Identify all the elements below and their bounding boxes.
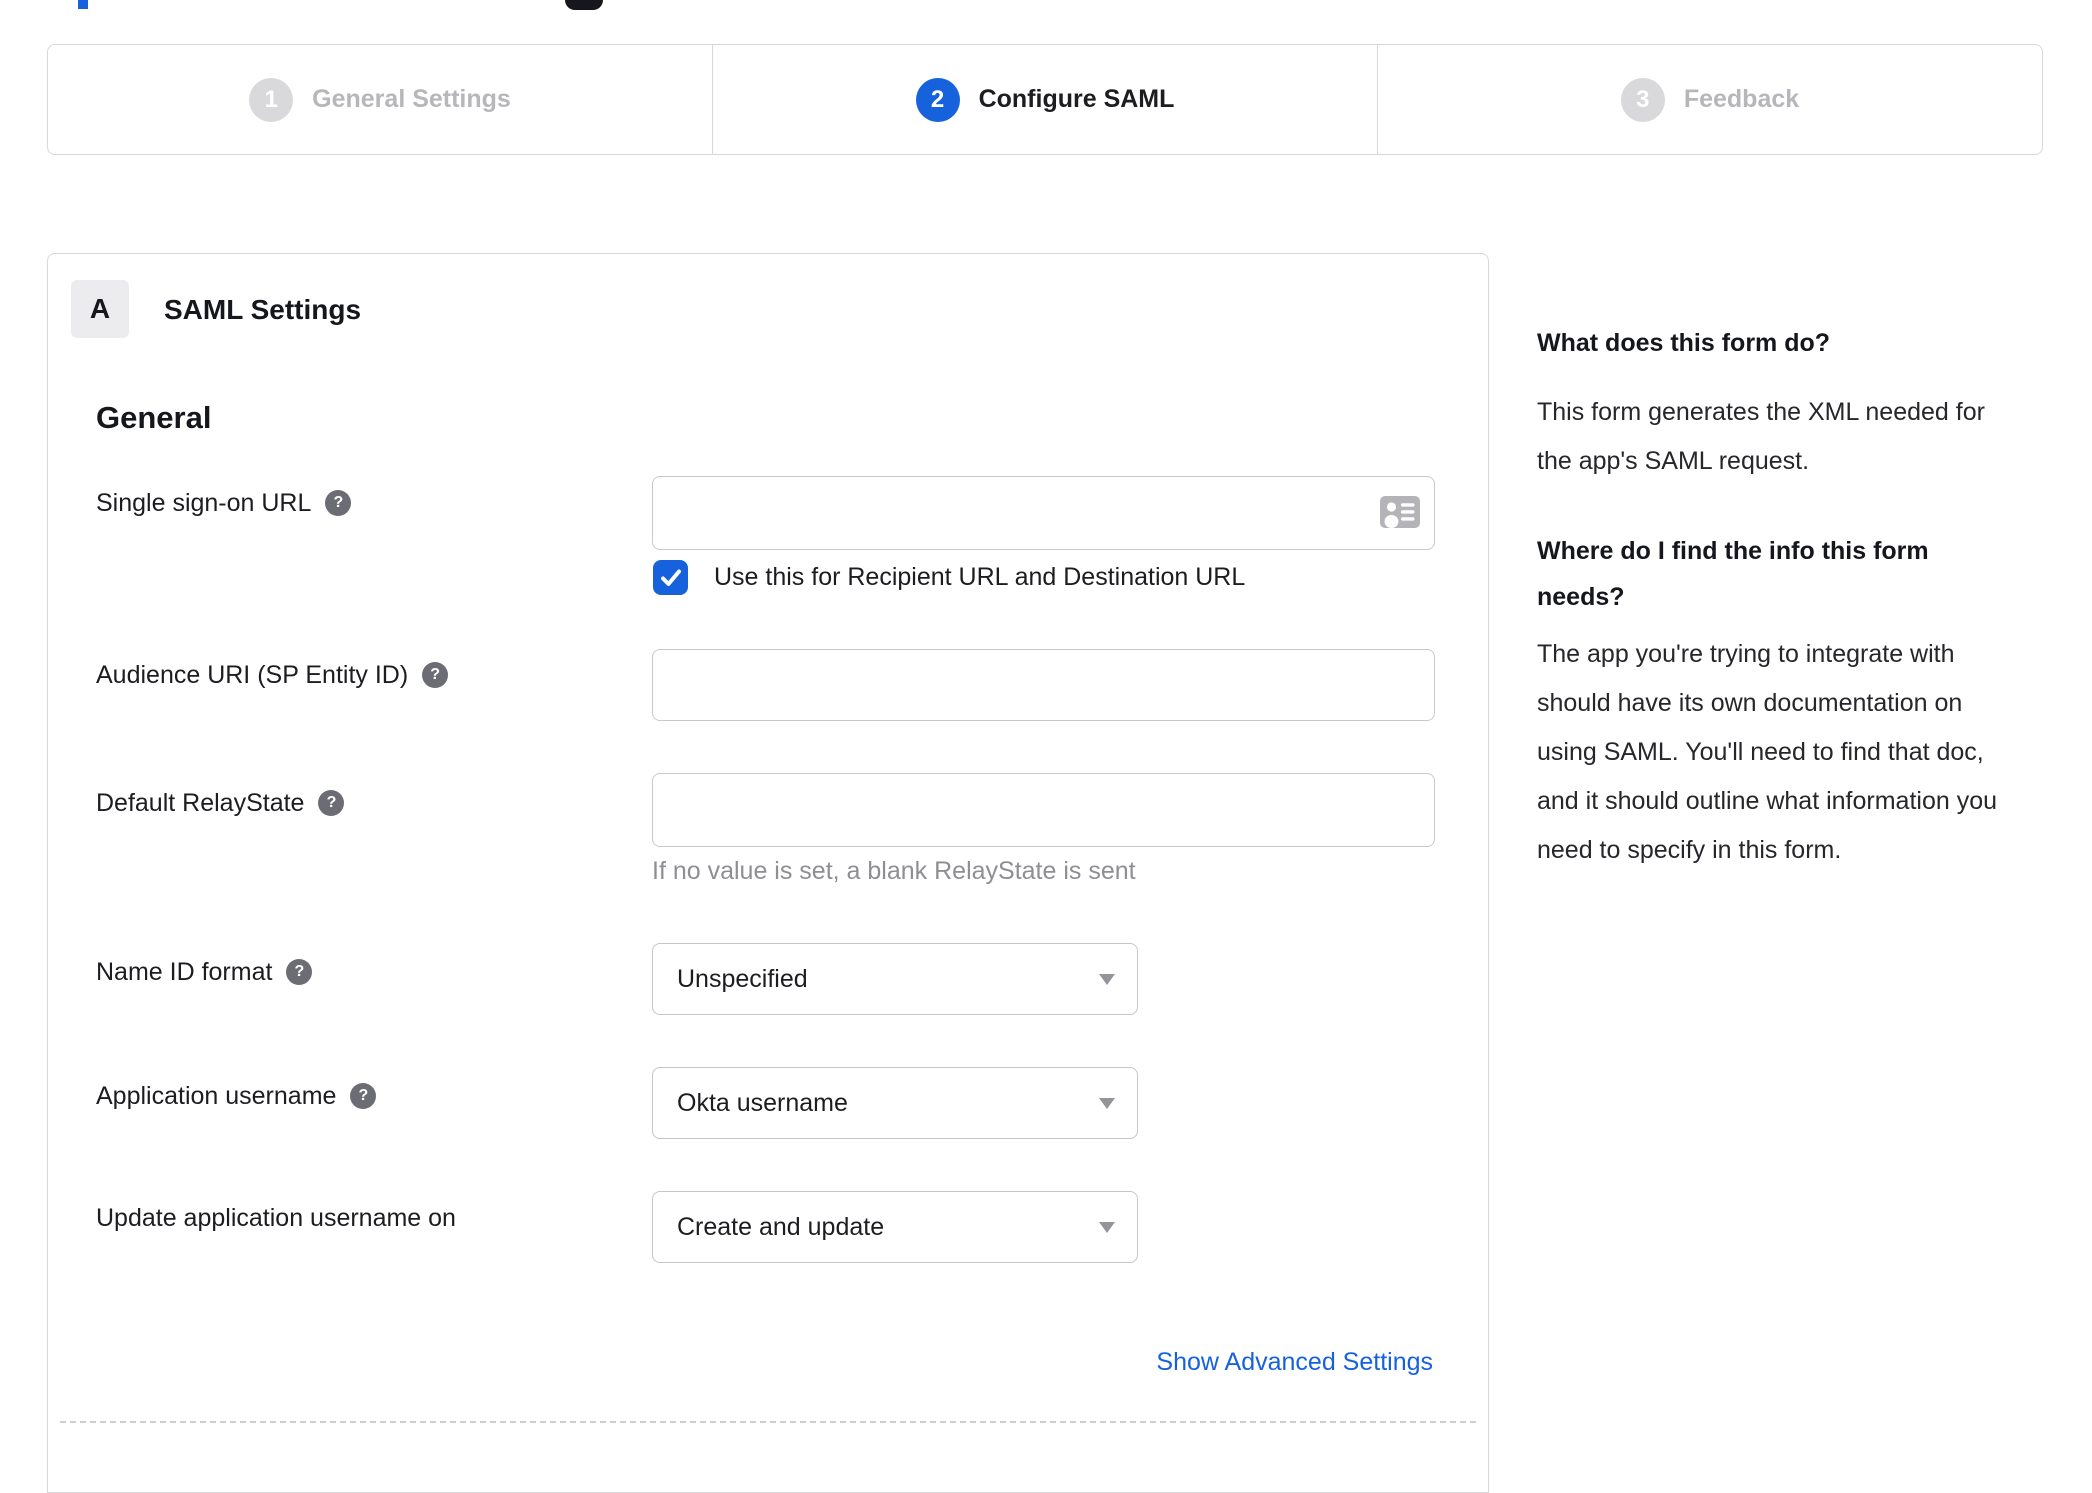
saml-settings-panel: A SAML Settings General Single sign-on U… xyxy=(47,253,1489,1493)
step-number-badge: 3 xyxy=(1620,77,1665,122)
sso-url-input[interactable] xyxy=(652,476,1435,550)
help-icon[interactable]: ? xyxy=(350,1083,377,1109)
cutoff-title-caret xyxy=(78,0,88,9)
name-id-format-label: Name ID format ? xyxy=(96,957,313,987)
step-feedback[interactable]: 3 Feedback xyxy=(1377,45,2042,154)
sso-checkbox-row: Use this for Recipient URL and Destinati… xyxy=(653,560,1245,595)
step-general-settings[interactable]: 1 General Settings xyxy=(48,45,712,154)
application-username-value: Okta username xyxy=(677,1088,848,1117)
sso-url-label: Single sign-on URL ? xyxy=(96,488,352,518)
sidebar-question-1-body: This form generates the XML needed for t… xyxy=(1537,398,1985,475)
contact-card-autofill-icon[interactable] xyxy=(1380,496,1420,533)
audience-uri-label: Audience URI (SP Entity ID) ? xyxy=(96,660,449,690)
sidebar-question-2-body: The app you're trying to integrate with … xyxy=(1537,640,1998,864)
sidebar-question-2-title: Where do I find the info this form needs… xyxy=(1537,537,1929,611)
general-heading: General xyxy=(96,400,212,435)
application-username-label-text: Application username xyxy=(96,1081,337,1110)
update-app-username-select[interactable]: Create and update xyxy=(652,1191,1138,1263)
name-id-format-label-text: Name ID format xyxy=(96,957,273,986)
help-icon[interactable]: ? xyxy=(422,662,449,688)
help-icon[interactable]: ? xyxy=(318,790,345,816)
recipient-url-checkbox-label: Use this for Recipient URL and Destinati… xyxy=(714,563,1246,591)
section-divider-dashed xyxy=(60,1421,1476,1423)
help-icon[interactable]: ? xyxy=(325,490,352,516)
wizard-stepper: 1 General Settings 2 Configure SAML 3 Fe… xyxy=(47,44,2043,155)
step-number-badge: 2 xyxy=(915,77,960,122)
audience-uri-input[interactable] xyxy=(652,649,1435,721)
update-app-username-value: Create and update xyxy=(677,1212,885,1241)
cutoff-app-logo-icon xyxy=(565,0,603,10)
default-relaystate-label-text: Default RelayState xyxy=(96,788,305,817)
update-app-username-label-text: Update application username on xyxy=(96,1203,456,1232)
relaystate-hint: If no value is set, a blank RelayState i… xyxy=(652,857,1136,885)
step-label: Configure SAML xyxy=(978,85,1175,113)
application-username-label: Application username ? xyxy=(96,1081,377,1111)
sso-url-label-text: Single sign-on URL xyxy=(96,488,312,517)
step-number-badge: 1 xyxy=(249,77,294,122)
application-username-select[interactable]: Okta username xyxy=(652,1067,1138,1139)
default-relaystate-input[interactable] xyxy=(652,773,1435,847)
dropdown-arrow-icon xyxy=(1099,1222,1115,1233)
step-label: General Settings xyxy=(312,85,511,113)
audience-uri-label-text: Audience URI (SP Entity ID) xyxy=(96,660,409,689)
name-id-format-value: Unspecified xyxy=(677,964,808,993)
sidebar-question-1-title: What does this form do? xyxy=(1537,329,1831,357)
recipient-url-checkbox[interactable] xyxy=(653,560,688,595)
default-relaystate-label: Default RelayState ? xyxy=(96,788,345,818)
section-a-badge: A xyxy=(71,280,129,338)
step-configure-saml[interactable]: 2 Configure SAML xyxy=(712,45,1377,154)
step-label: Feedback xyxy=(1683,85,1800,113)
update-app-username-label: Update application username on xyxy=(96,1203,456,1233)
dropdown-arrow-icon xyxy=(1099,1098,1115,1109)
name-id-format-select[interactable]: Unspecified xyxy=(652,943,1138,1015)
dropdown-arrow-icon xyxy=(1099,974,1115,985)
help-sidebar: What does this form do? This form genera… xyxy=(1537,320,2015,875)
panel-title: SAML Settings xyxy=(164,294,362,325)
show-advanced-settings-link[interactable]: Show Advanced Settings xyxy=(1156,1348,1433,1377)
help-icon[interactable]: ? xyxy=(286,959,313,985)
